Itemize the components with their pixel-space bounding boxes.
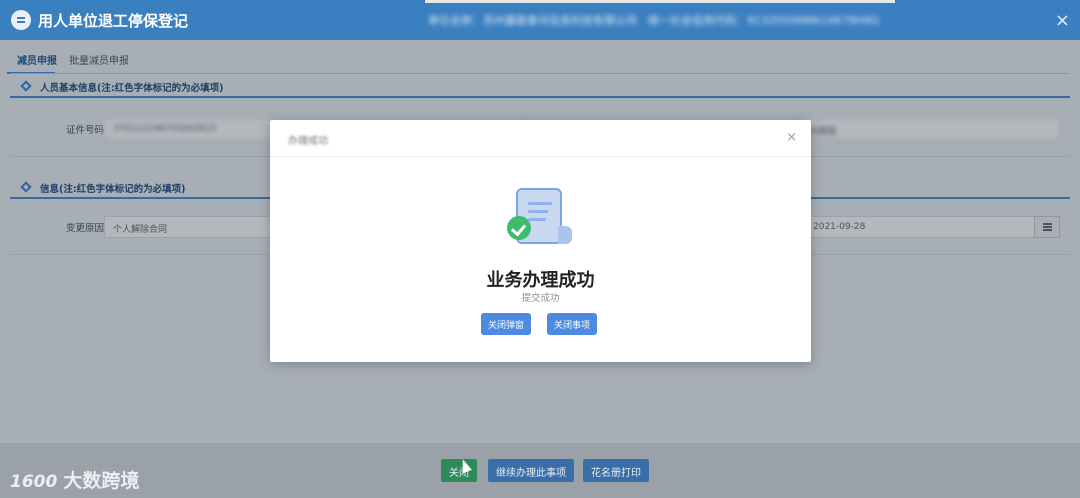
tabs-divider: [10, 73, 1070, 74]
watermark: 1600 大数跨境: [10, 466, 139, 493]
id-number-label: 证件号码: [66, 125, 105, 136]
success-heading: 业务办理成功: [486, 270, 595, 291]
dialog-header: 办理成功 ×: [270, 120, 811, 157]
document-line: [528, 210, 548, 213]
diamond-icon: [20, 181, 32, 193]
employer-info: 单位名称：苏州鑫联泰讯信息科技有限公司 统一社会信用代码：91320506MA1…: [428, 14, 880, 27]
change-date-field[interactable]: 2021-09-28: [804, 216, 1035, 238]
section-info-title: 信息(注:红色字体标记的为必填项): [40, 184, 186, 195]
document-line: [528, 218, 546, 221]
section-basic-header: 人员基本信息(注:红色字体标记的为必填项): [10, 78, 1070, 98]
close-dialog-button[interactable]: 关闭弹窗: [481, 313, 532, 335]
roster-print-button[interactable]: 花名册打印: [583, 459, 649, 482]
document-curl: [558, 226, 572, 244]
document-line: [528, 202, 552, 205]
tab-reduction-declare[interactable]: 减员申报: [17, 52, 57, 67]
dialog-close-icon[interactable]: ×: [786, 130, 797, 145]
change-reason-label: 变更原因: [66, 223, 105, 234]
diamond-icon: [20, 80, 32, 92]
success-dialog: 办理成功 × 业务办理成功 提交成功 关闭弹窗 关闭事项: [270, 120, 811, 362]
window-titlebar: 用人单位退工停保登记 单位名称：苏州鑫联泰讯信息科技有限公司 统一社会信用代码：…: [0, 0, 1080, 40]
dialog-title: 办理成功: [288, 136, 328, 147]
continue-button[interactable]: 继续办理此事项: [488, 459, 574, 482]
info-strip: [425, 0, 895, 3]
check-icon: [507, 216, 531, 240]
close-matter-button[interactable]: 关闭事项: [547, 313, 598, 335]
watermark-text: 大数跨境: [63, 470, 140, 492]
tab-batch-reduction[interactable]: 批量减员申报: [69, 52, 129, 67]
success-document-icon: [506, 188, 576, 250]
footer-bar: 关闭 继续办理此事项 花名册打印: [0, 443, 1080, 498]
window-title: 用人单位退工停保登记: [38, 12, 189, 30]
watermark-logo: 1600: [10, 472, 58, 492]
section-basic-title: 人员基本信息(注:红色字体标记的为必填项): [40, 83, 224, 94]
calendar-icon[interactable]: [1034, 216, 1060, 238]
window-close-icon[interactable]: ×: [1055, 10, 1070, 31]
form-list-icon: [11, 10, 31, 30]
name-field[interactable]: 刘建国: [800, 118, 1060, 140]
success-subtext: 提交成功: [521, 293, 560, 304]
